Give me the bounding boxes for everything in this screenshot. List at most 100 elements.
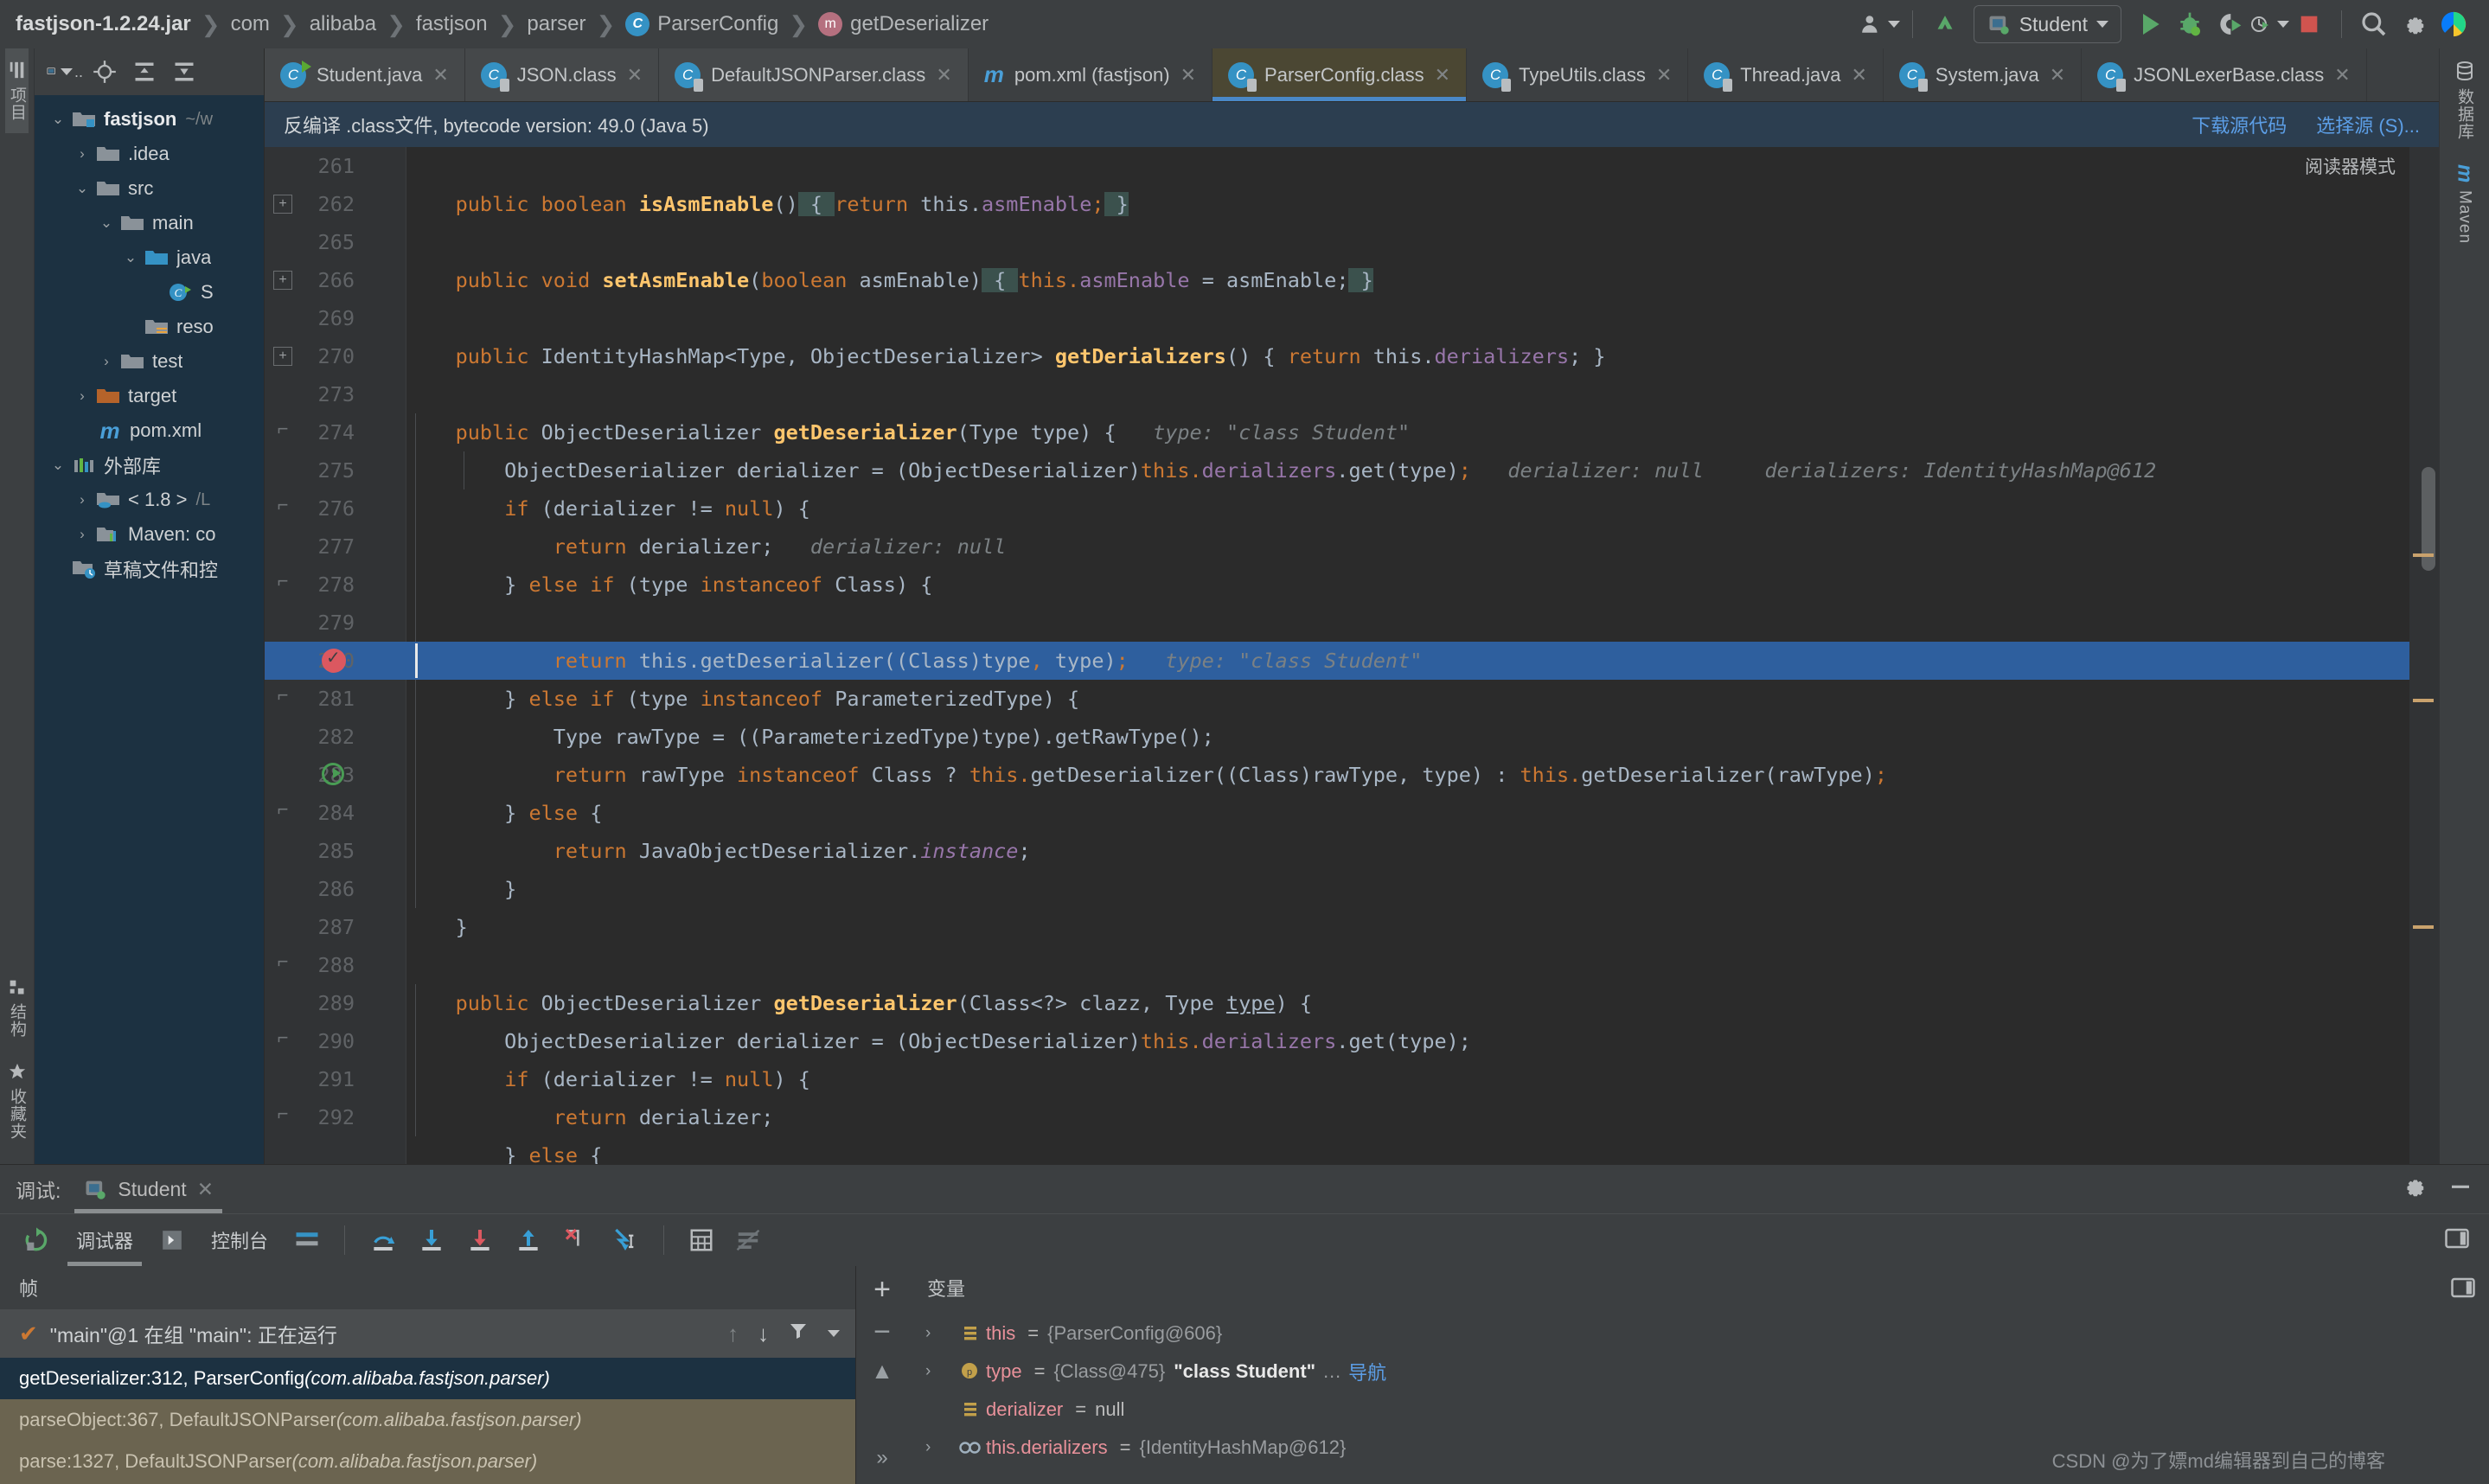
chevron-down-icon[interactable]: ⌄: [95, 214, 118, 232]
run-to-line-icon[interactable]: [322, 763, 344, 785]
close-icon[interactable]: ✕: [936, 64, 951, 86]
step-out-icon[interactable]: [508, 1220, 549, 1260]
chevron-down-icon[interactable]: ⌄: [47, 457, 69, 474]
expand-panel-icon[interactable]: [2448, 1266, 2478, 1308]
run-to-cursor-icon[interactable]: [605, 1220, 646, 1260]
add-watch-icon[interactable]: +: [873, 1273, 891, 1307]
run-configuration-selector[interactable]: Student: [1973, 5, 2121, 43]
tree-node-resources[interactable]: reso: [35, 310, 264, 344]
project-tree[interactable]: ⌄ fastjson ~/w › .idea ⌄ src ⌄ main ⌄ ja…: [35, 95, 264, 1164]
download-sources-link[interactable]: 下载源代码: [2191, 111, 2287, 138]
breadcrumb-item-fastjson[interactable]: fastjson: [407, 12, 496, 36]
close-icon[interactable]: ✕: [1851, 64, 1866, 86]
chevron-right-icon[interactable]: ›: [71, 387, 93, 405]
chevron-right-icon[interactable]: ›: [925, 1362, 955, 1381]
editor-tab-json-class[interactable]: C JSON.class ✕: [464, 48, 660, 101]
frame-row[interactable]: getDeserializer:312, ParserConfig (com.a…: [0, 1358, 855, 1399]
close-icon[interactable]: ✕: [432, 64, 448, 86]
sidebar-item-favorites[interactable]: 收藏夹: [5, 1050, 29, 1152]
breadcrumb-item-com[interactable]: com: [222, 12, 278, 36]
close-icon[interactable]: ✕: [627, 64, 643, 86]
tree-node-test[interactable]: › test: [35, 344, 264, 379]
tree-node-fastjson[interactable]: ⌄ fastjson ~/w: [35, 102, 264, 137]
fold-collapse-icon[interactable]: ⌐: [273, 419, 292, 439]
fold-expand-icon[interactable]: +: [273, 195, 292, 214]
fold-expand-icon[interactable]: +: [273, 347, 292, 366]
gear-icon[interactable]: [2401, 1174, 2427, 1205]
stop-icon[interactable]: [2289, 4, 2329, 44]
close-icon[interactable]: ✕: [1435, 64, 1450, 86]
chevron-right-icon[interactable]: ›: [71, 491, 93, 509]
step-into-icon[interactable]: [411, 1220, 452, 1260]
code-text[interactable]: public boolean isAsmEnable() { return th…: [406, 147, 2409, 1164]
tree-node-idea[interactable]: › .idea: [35, 137, 264, 171]
thread-selector[interactable]: ✔ "main"@1 在组 "main": 正在运行 ↑ ↓: [0, 1309, 855, 1358]
user-icon[interactable]: [1860, 4, 1900, 44]
breadcrumb-item-class[interactable]: C ParserConfig: [617, 12, 787, 37]
breadcrumb-item-alibaba[interactable]: alibaba: [301, 12, 385, 36]
fold-collapse-icon[interactable]: ⌐: [273, 496, 292, 515]
drop-frame-icon[interactable]: [556, 1220, 598, 1260]
remove-watch-icon[interactable]: −: [873, 1315, 891, 1349]
chevron-down-icon[interactable]: ⌄: [119, 249, 142, 266]
close-icon[interactable]: ✕: [2050, 64, 2065, 86]
tree-node-maven-lib[interactable]: › Maven: co: [35, 517, 264, 552]
frames-list[interactable]: getDeserializer:312, ParserConfig (com.a…: [0, 1358, 855, 1484]
editor-tab-typeutils-class[interactable]: C TypeUtils.class ✕: [1467, 48, 1689, 101]
close-icon[interactable]: ✕: [2334, 64, 2350, 86]
sidebar-item-maven[interactable]: m Maven: [2453, 152, 2477, 256]
editor-tab-student-java[interactable]: C Student.java ✕: [265, 48, 465, 101]
variable-row[interactable]: › p type = {Class@475} "class Student" ……: [908, 1353, 2437, 1391]
editor-tab-pom-xml[interactable]: m pom.xml (fastjson) ✕: [968, 48, 1213, 101]
fold-collapse-icon[interactable]: ⌐: [273, 1104, 292, 1124]
evaluate-icon[interactable]: [681, 1220, 721, 1260]
editor-tab-system-java[interactable]: C System.java ✕: [1883, 48, 2083, 101]
run-icon[interactable]: [2130, 4, 2170, 44]
fold-collapse-icon[interactable]: ⌐: [273, 800, 292, 820]
console-expand-icon[interactable]: [152, 1220, 192, 1260]
chevron-right-icon[interactable]: ›: [71, 145, 93, 163]
vcs-update-icon[interactable]: [1925, 4, 1965, 44]
editor-markers-strip[interactable]: [2409, 147, 2439, 1164]
gear-icon[interactable]: [2394, 4, 2434, 44]
variable-row[interactable]: › this = {ParserConfig@606}: [908, 1314, 2437, 1353]
code-editor[interactable]: 261 262 265 266 269 270 273 274 275 276 …: [265, 147, 2439, 1164]
breakpoint-icon[interactable]: [322, 647, 346, 673]
chevron-down-icon[interactable]: [828, 1330, 840, 1337]
chevron-right-icon[interactable]: ›: [925, 1324, 955, 1343]
variable-row[interactable]: derializer = null: [908, 1391, 2437, 1429]
project-view-selector-icon[interactable]: ..: [47, 54, 83, 90]
breadcrumb-item-method[interactable]: m getDeserializer: [809, 12, 997, 37]
warning-marker[interactable]: [2413, 699, 2434, 702]
tree-node-main[interactable]: ⌄ main: [35, 206, 264, 240]
tree-node-pom[interactable]: m pom.xml: [35, 413, 264, 448]
sidebar-item-database[interactable]: 数据库: [2453, 48, 2476, 152]
move-up-icon[interactable]: ↑: [727, 1321, 739, 1347]
tree-node-src[interactable]: ⌄ src: [35, 171, 264, 206]
force-step-into-icon[interactable]: [459, 1220, 501, 1260]
chevron-right-icon[interactable]: ›: [95, 353, 118, 370]
tree-node-java[interactable]: ⌄ java: [35, 240, 264, 275]
layout-icon[interactable]: [287, 1220, 327, 1260]
tree-node-jdk[interactable]: › < 1.8 > /L: [35, 483, 264, 517]
editor-tab-thread-java[interactable]: C Thread.java ✕: [1688, 48, 1884, 101]
editor-tab-parserconfig-class[interactable]: C ParserConfig.class ✕: [1213, 48, 1468, 101]
navigate-link[interactable]: 导航: [1348, 1358, 1386, 1385]
fold-collapse-icon[interactable]: ⌐: [273, 952, 292, 972]
tab-debugger[interactable]: 调试器: [64, 1214, 145, 1266]
mute-breakpoints-icon[interactable]: [728, 1220, 768, 1260]
move-up-icon[interactable]: ▲: [871, 1358, 893, 1385]
minimize-icon[interactable]: [2447, 1174, 2473, 1205]
debug-session-tab[interactable]: Student ✕: [74, 1165, 222, 1213]
chevron-right-icon[interactable]: ›: [71, 526, 93, 543]
breadcrumb-item-jar[interactable]: fastjson-1.2.24.jar: [16, 12, 200, 36]
search-icon[interactable]: [2354, 4, 2394, 44]
sidebar-item-structure[interactable]: 结构: [5, 967, 29, 1050]
locate-icon[interactable]: [86, 54, 123, 90]
tree-node-student-class[interactable]: C S: [35, 275, 264, 310]
step-over-icon[interactable]: [362, 1220, 404, 1260]
warning-marker[interactable]: [2413, 925, 2434, 929]
debug-icon[interactable]: [2170, 4, 2210, 44]
tree-node-target[interactable]: › target: [35, 379, 264, 413]
debug-settings-icon[interactable]: [2442, 1225, 2489, 1256]
